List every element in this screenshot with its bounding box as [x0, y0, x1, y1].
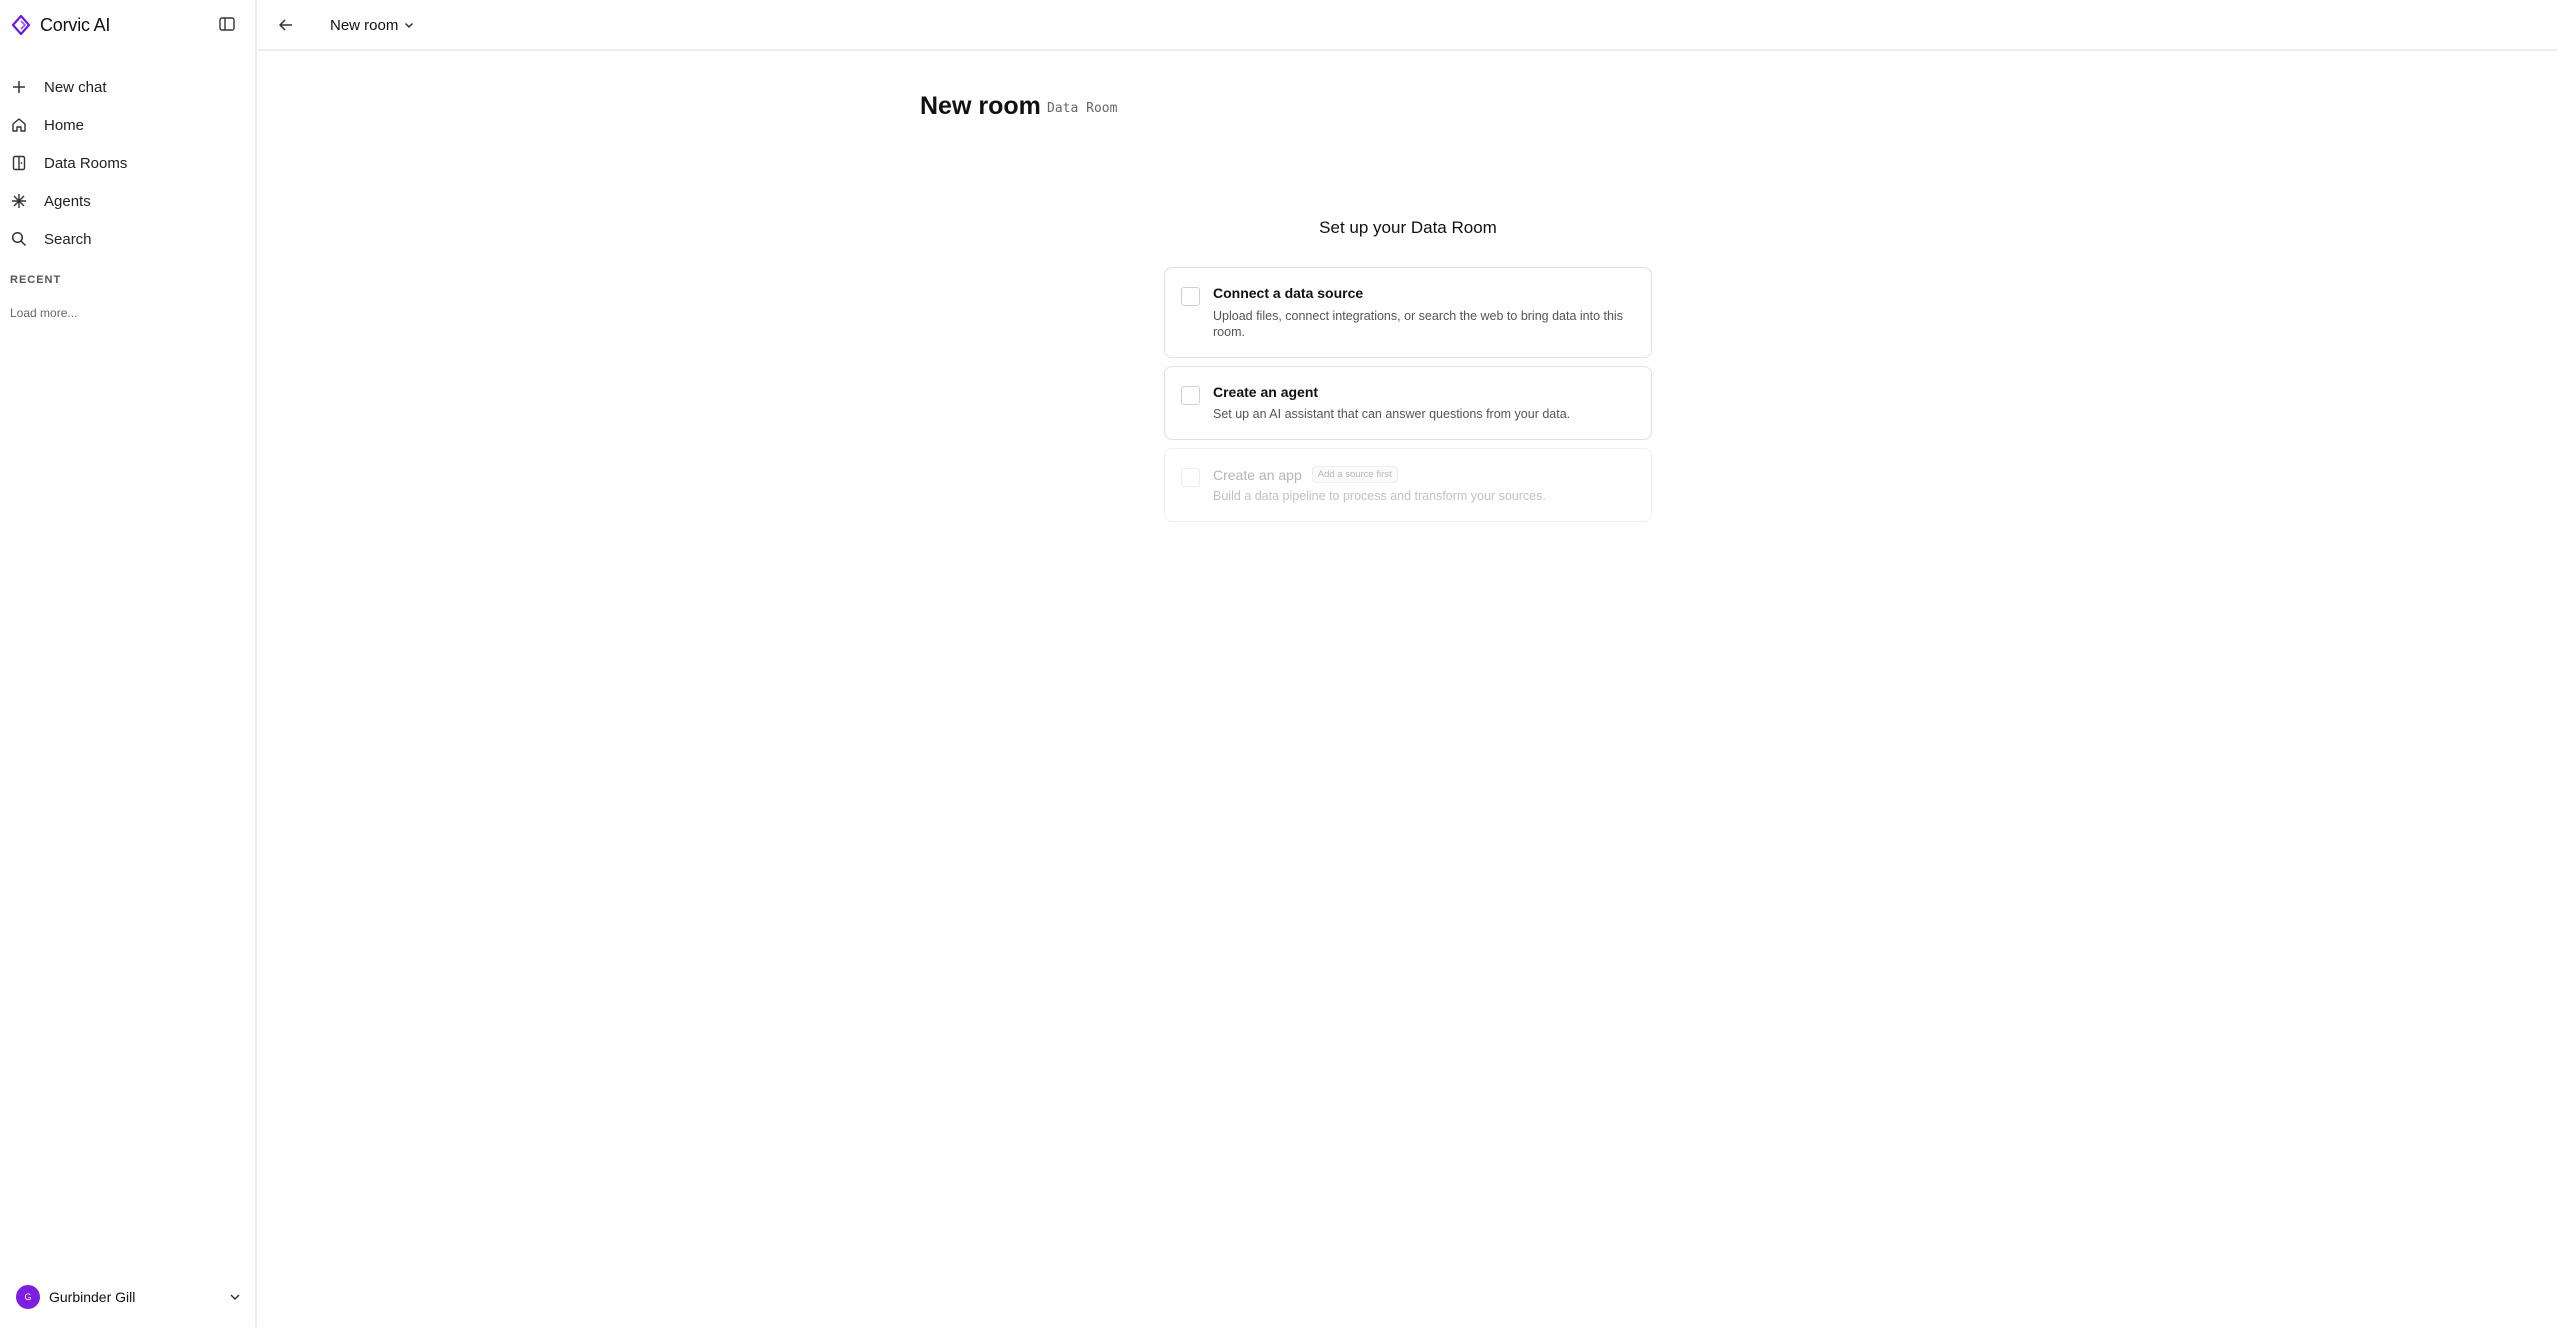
sidebar-toggle-icon[interactable] — [217, 14, 237, 34]
topbar: New room — [258, 0, 2557, 51]
step-checkbox — [1181, 468, 1200, 487]
page-title: New room — [920, 92, 1041, 120]
brand[interactable]: Corvic AI — [10, 12, 110, 38]
sidebar-item-label: Search — [44, 230, 92, 248]
step-checkbox[interactable] — [1181, 386, 1200, 405]
sidebar-item-agents[interactable]: Agents — [0, 182, 255, 220]
brand-name: Corvic AI — [40, 14, 111, 35]
step-checkbox[interactable] — [1181, 287, 1200, 306]
chevron-down-icon — [228, 1290, 242, 1304]
card-description: Build a data pipeline to process and tra… — [1213, 489, 1546, 503]
home-icon — [10, 116, 28, 134]
asterisk-icon — [10, 192, 28, 210]
page-subtitle: Data Room — [1047, 101, 1118, 116]
setup-title: Set up your Data Room — [1319, 218, 1497, 237]
user-name: Gurbinder Gill — [49, 1289, 136, 1305]
sidebar: Corvic AI New chat Home Data Rooms Agent… — [0, 0, 257, 1327]
back-arrow-icon[interactable] — [276, 15, 296, 35]
corvic-logo-icon — [10, 14, 32, 36]
data-rooms-icon — [10, 154, 28, 172]
room-selector-label: New room — [330, 16, 399, 34]
card-title-row: Create an app Add a source first — [1213, 466, 1398, 483]
avatar: G — [16, 1285, 40, 1309]
sidebar-item-label: Home — [44, 116, 85, 134]
setup-card-create-app: Create an app Add a source first Build a… — [1164, 448, 1652, 522]
sidebar-item-search[interactable]: Search — [0, 220, 255, 258]
sidebar-item-data-rooms[interactable]: Data Rooms — [0, 144, 255, 182]
load-more-link[interactable]: Load more... — [10, 306, 77, 320]
sidebar-item-label: Agents — [44, 192, 91, 210]
sidebar-item-new-chat[interactable]: New chat — [0, 68, 255, 106]
plus-icon — [10, 78, 28, 96]
card-title: Create an app — [1213, 466, 1302, 483]
card-title: Connect a data source — [1213, 285, 1364, 301]
sidebar-item-label: New chat — [44, 78, 107, 96]
chevron-down-icon — [404, 16, 414, 34]
search-icon — [10, 230, 28, 248]
setup-card-create-agent[interactable]: Create an agent Set up an AI assistant t… — [1164, 366, 1652, 440]
recent-section-title: RECENT — [10, 274, 62, 286]
user-menu[interactable]: G Gurbinder Gill — [16, 1284, 242, 1310]
card-description: Upload files, connect integrations, or s… — [1213, 309, 1623, 339]
sidebar-item-label: Data Rooms — [44, 154, 128, 172]
sidebar-item-home[interactable]: Home — [0, 106, 255, 144]
card-description: Set up an AI assistant that can answer q… — [1213, 407, 1571, 421]
card-title: Create an agent — [1213, 384, 1319, 400]
setup-card-connect-data-source[interactable]: Connect a data source Upload files, conn… — [1164, 267, 1652, 358]
room-selector[interactable]: New room — [330, 14, 414, 36]
sidebar-nav: New chat Home Data Rooms Agents Search — [0, 68, 255, 258]
disabled-badge: Add a source first — [1311, 466, 1398, 483]
